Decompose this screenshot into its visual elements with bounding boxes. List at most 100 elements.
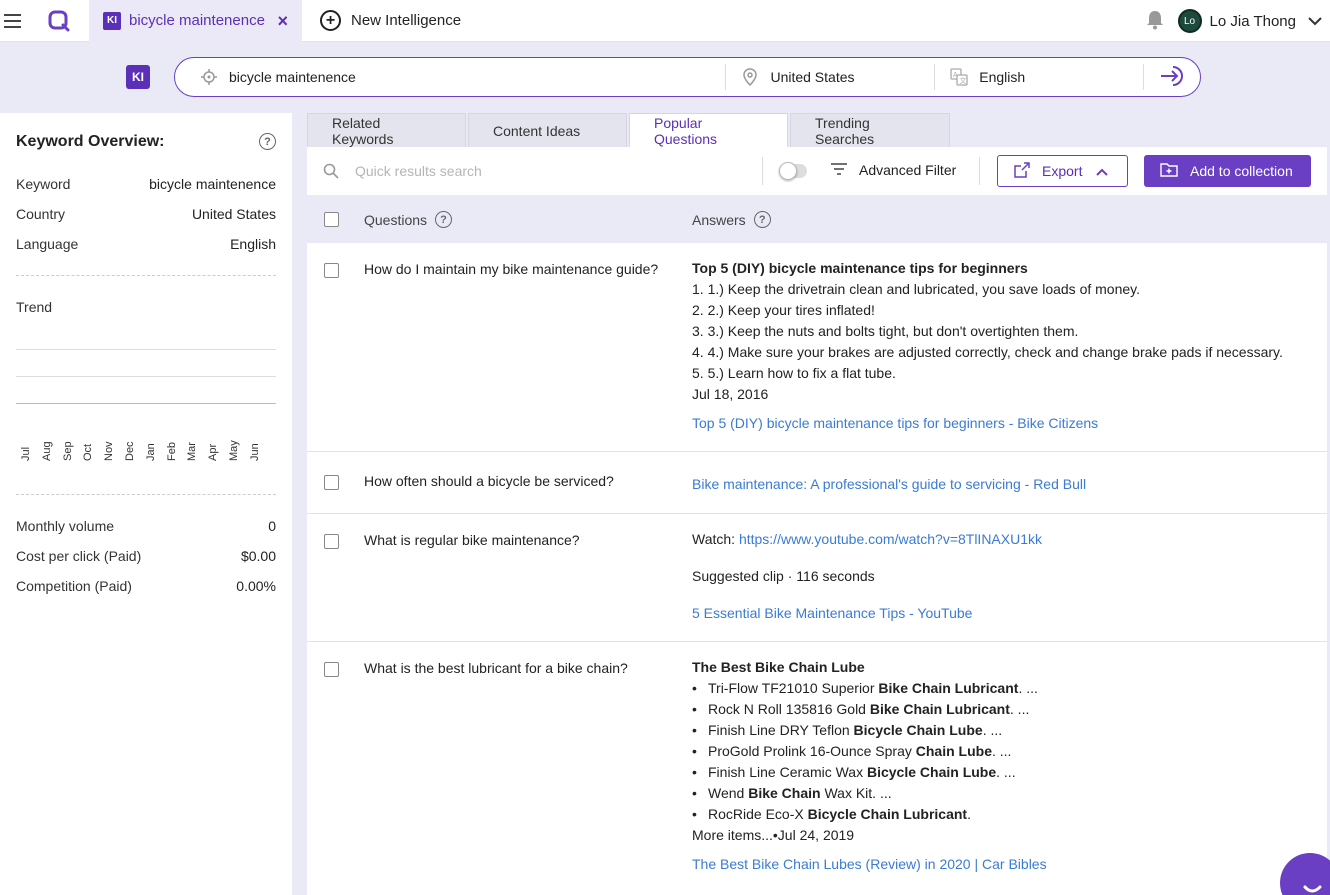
month-label: May [227,440,240,461]
tab-popular-questions[interactable]: Popular Questions [629,113,788,148]
add-to-collection-label: Add to collection [1190,163,1293,179]
language-value: English [230,236,276,252]
month-label: Jul [20,446,32,461]
language-row: Language English [16,236,276,252]
avatar[interactable]: Lo [1177,9,1202,33]
table-row: How do I maintain my bike maintenance gu… [307,243,1327,452]
search-icon [323,163,339,182]
monthly-volume-row: Monthly volume 0 [16,518,276,534]
country-row: Country United States [16,206,276,222]
user-name[interactable]: Lo Jia Thong [1210,13,1296,30]
filter-toggle[interactable] [779,162,807,180]
question-text: What is the best lubricant for a bike ch… [364,660,628,676]
chevron-down-icon[interactable] [1308,13,1322,29]
question-text: How do I maintain my bike maintenance gu… [364,261,659,277]
language-value: English [979,69,1026,85]
export-button[interactable]: Export [997,155,1128,187]
row-checkbox[interactable] [324,662,339,677]
answer-bullet: • ProGold Prolink 16-Ounce Spray Chain Lu… [692,743,1012,759]
help-icon[interactable]: ? [259,133,276,150]
trend-months: Jul Aug Sep Oct Nov Dec Jan Feb Mar Apr … [20,435,270,461]
competition-label: Competition (Paid) [16,578,132,594]
svg-text:文: 文 [960,76,967,85]
results-panel: Quick results search Advanced Filter Exp… [307,147,1327,895]
answer-bullet: • Rock N Roll 135816 Gold Bike Chain Lubr… [692,701,1030,717]
answer-block: Bike maintenance: A professional's guide… [692,476,1086,492]
advanced-filter-button[interactable]: Advanced Filter [831,162,956,178]
competition-value: 0.00% [236,578,276,594]
tab-related-keywords[interactable]: Related Keywords [307,113,466,147]
answer-item: 2. 2.) Keep your tires inflated! [692,302,875,318]
cpc-value: $0.00 [240,548,276,564]
row-checkbox[interactable] [324,534,339,549]
cpc-row: Cost per click (Paid) $0.00 [16,548,276,564]
trend-gridline [16,349,276,350]
watch-prefix: Watch: [692,531,739,547]
tab-label: bicycle maintenence [129,12,265,29]
language-label: Language [16,236,79,252]
table-row: What is regular bike maintenance? Watch:… [307,514,1327,642]
submit-search-button[interactable] [1144,58,1200,96]
row-checkbox[interactable] [324,263,339,278]
answer-item: 3. 3.) Keep the nuts and bolts tight, bu… [692,323,1079,339]
month-label: Mar [186,442,199,461]
filter-lines-icon [831,162,847,178]
month-label: Aug [40,441,53,461]
language-field[interactable]: A文 English [935,58,1143,96]
close-icon[interactable]: × [277,12,288,30]
answer-source-link[interactable]: 5 Essential Bike Maintenance Tips - YouT… [692,605,972,621]
row-checkbox[interactable] [324,475,339,490]
month-label: Dec [123,441,136,461]
folder-plus-icon [1160,162,1178,180]
answer-source-link[interactable]: Bike maintenance: A professional's guide… [692,476,1086,492]
more-items: More items...•Jul 24, 2019 [692,827,855,843]
new-intelligence-button[interactable]: + New Intelligence [320,10,461,31]
keyword-input[interactable]: bicycle maintenence [229,69,356,85]
add-to-collection-button[interactable]: Add to collection [1144,155,1311,187]
country-field[interactable]: United States [726,58,934,96]
ki-badge: KI [103,11,121,30]
overview-title: Keyword Overview: [16,133,165,150]
trend-label: Trend [16,299,53,315]
menu-icon[interactable] [4,0,29,42]
answer-bullet: • Finish Line DRY Teflon Bicycle Chain Lu… [692,722,1003,738]
tab-bicycle-maintenence[interactable]: KI bicycle maintenence × [89,0,302,42]
answer-bullet: • Wend Bike Chain Wax Kit. ... [692,785,892,801]
advanced-filter-label: Advanced Filter [859,162,957,178]
help-icon[interactable]: ? [435,211,453,228]
app-logo[interactable] [29,0,89,42]
quick-search-input[interactable]: Quick results search [355,163,482,179]
chevron-up-icon [1096,163,1109,179]
month-label: Nov [103,441,116,461]
export-label: Export [1042,163,1083,179]
help-icon[interactable]: ? [753,211,771,228]
plus-circle-icon: + [320,10,341,31]
tab-content-ideas[interactable]: Content Ideas [468,113,627,147]
select-all-checkbox[interactable] [324,212,339,227]
trend-baseline [16,403,276,404]
keyword-field[interactable]: bicycle maintenence [175,58,725,96]
country-label: Country [16,206,66,222]
svg-text:A: A [953,72,958,79]
answer-title: Top 5 (DIY) bicycle maintenance tips for… [692,260,1028,276]
month-label: Sep [61,441,74,461]
video-link[interactable]: https://www.youtube.com/watch?v=8TlINAXU… [739,531,1042,547]
answer-item: 1. 1.) Keep the drivetrain clean and lub… [692,281,1141,297]
question-text: How often should a bicycle be serviced? [364,473,614,489]
table-row: What is the best lubricant for a bike ch… [307,642,1327,895]
answer-source-link[interactable]: Top 5 (DIY) bicycle maintenance tips for… [692,415,1098,431]
top-bar: KI bicycle maintenence × + New Intellige… [0,0,1330,42]
answer-title: The Best Bike Chain Lube [692,659,865,675]
target-icon [199,69,219,85]
month-label: Feb [165,442,178,461]
answer-date: Jul 18, 2016 [692,386,769,402]
tab-trending-searches[interactable]: Trending Searches [790,113,950,147]
competition-row: Competition (Paid) 0.00% [16,578,276,594]
answer-bullet: • Tri-Flow TF21010 Superior Bike Chain Lu… [692,680,1038,696]
answer-block: Top 5 (DIY) bicycle maintenance tips for… [692,258,1283,434]
answer-source-link[interactable]: The Best Bike Chain Lubes (Review) in 20… [692,856,1047,872]
keyword-overview-panel: Keyword Overview: ? Keyword bicycle main… [0,113,292,895]
table-row: How often should a bicycle be serviced? … [307,452,1327,514]
monthly-volume-value: 0 [268,518,276,534]
bell-icon[interactable] [1146,10,1164,33]
